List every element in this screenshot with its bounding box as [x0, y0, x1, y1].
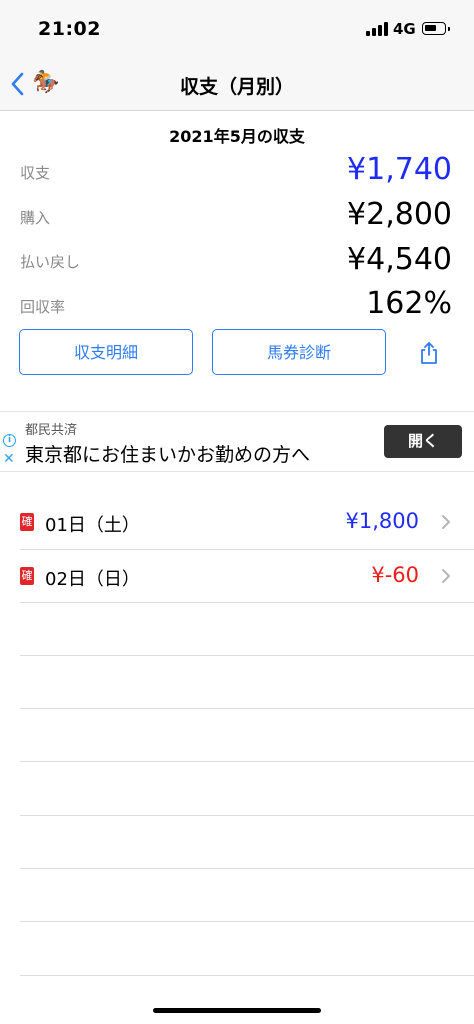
confirmed-badge: 確	[20, 567, 34, 585]
status-bar: 21:02 4G	[0, 0, 474, 56]
month-title: 2021年5月の収支	[169, 127, 305, 146]
summary-value-balance: ¥1,740	[347, 152, 452, 187]
row-amount: ¥-60	[371, 563, 419, 587]
ad-close-icon[interactable]: ✕	[3, 452, 15, 466]
summary-label-purchase: 購入	[20, 209, 51, 227]
ticket-diagnosis-button[interactable]: 馬券診断	[212, 329, 386, 375]
row-divider	[20, 602, 474, 603]
row-divider	[20, 708, 474, 709]
share-icon[interactable]	[418, 341, 440, 365]
ad-info-icon[interactable]: i	[3, 434, 16, 447]
row-divider	[20, 868, 474, 869]
row-date: 02日（日）	[45, 569, 140, 590]
balance-detail-button[interactable]: 収支明細	[19, 329, 193, 375]
row-amount: ¥1,800	[345, 509, 419, 533]
status-time: 21:02	[38, 18, 101, 40]
chevron-right-icon	[441, 514, 453, 530]
summary-label-recovery-rate: 回収率	[20, 298, 66, 316]
ad-sponsor: 都民共済	[25, 423, 78, 438]
signal-icon	[366, 22, 388, 36]
summary-value-recovery-rate: 162%	[366, 286, 452, 321]
row-divider	[20, 655, 474, 656]
summary-label-balance: 収支	[20, 164, 51, 182]
row-divider	[20, 815, 474, 816]
home-indicator[interactable]	[153, 1008, 321, 1013]
network-type: 4G	[393, 20, 416, 38]
list-item[interactable]: 確 02日（日） ¥-60	[0, 550, 474, 602]
navigation-bar: 🏇 収支（月別）	[0, 56, 474, 111]
ad-headline[interactable]: 東京都にお住まいかお勤めの方へ	[25, 440, 310, 467]
row-divider	[20, 975, 474, 976]
list-item[interactable]: 確 01日（土） ¥1,800	[0, 496, 474, 549]
summary-label-payout: 払い戻し	[20, 253, 81, 271]
page-title: 収支（月別）	[179, 76, 294, 98]
confirmed-badge: 確	[20, 513, 34, 531]
summary-value-purchase: ¥2,800	[347, 197, 452, 232]
row-date: 01日（土）	[45, 515, 140, 536]
battery-icon	[422, 22, 450, 35]
row-divider	[20, 761, 474, 762]
summary-value-payout: ¥4,540	[347, 242, 452, 277]
ad-banner[interactable]: i ✕ 都民共済 東京都にお住まいかお勤めの方へ 開く	[0, 411, 474, 472]
chevron-right-icon	[441, 568, 453, 584]
row-divider	[20, 921, 474, 922]
ad-open-button[interactable]: 開く	[384, 425, 462, 458]
